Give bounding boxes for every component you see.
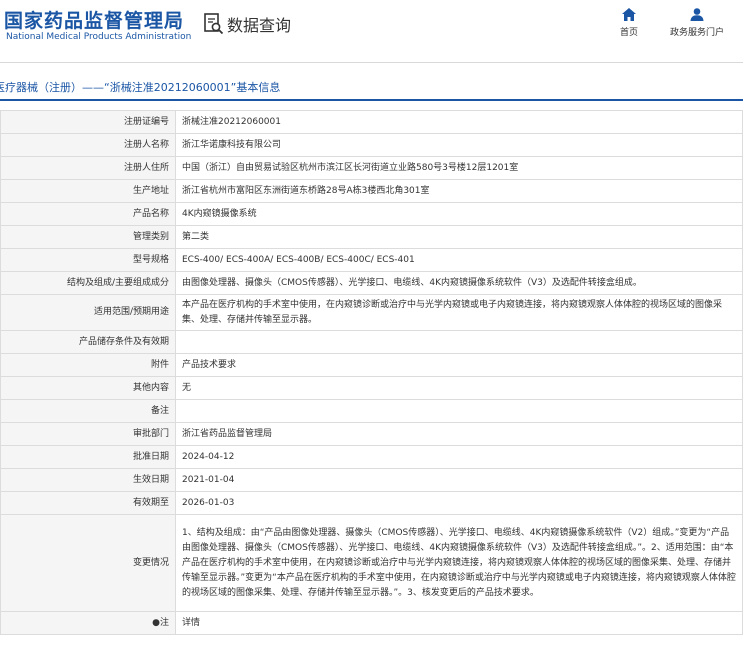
table-row-structure-composition: 结构及组成/主要组成成分 由图像处理器、摄像头（CMOS传感器）、光学接口、电缆线… bbox=[0, 271, 743, 295]
table-row-registrant-address: 注册人住所 中国（浙江）自由贸易试验区杭州市滨江区长河街道立业路580号3号楼12… bbox=[0, 156, 743, 180]
user-icon bbox=[690, 8, 704, 21]
approval-department-value: 浙江省药品监督管理局 bbox=[175, 422, 743, 446]
table-row-intended-use: 适用范围/预期用途 本产品在医疗机构的手术室中使用，在内窥镜诊断或治疗中与光学内窥… bbox=[0, 294, 743, 331]
registrant-address-value: 中国（浙江）自由贸易试验区杭州市滨江区长河街道立业路580号3号楼12层1201… bbox=[175, 156, 743, 180]
intended-use-label: 适用范围/预期用途 bbox=[0, 294, 176, 331]
site-logo-cn[interactable]: 国家药品监督管理局 bbox=[4, 6, 184, 33]
table-row-change-history: 变更情况 1、结构及组成：由“产品由图像处理器、摄像头（CMOS传感器）、光学接口… bbox=[0, 514, 743, 612]
table-row-remarks: 备注 bbox=[0, 399, 743, 423]
product-name-label: 产品名称 bbox=[0, 202, 176, 226]
registrant-address-label: 注册人住所 bbox=[0, 156, 176, 180]
site-header: 国家药品监督管理局 National Medical Products Admi… bbox=[0, 0, 743, 62]
attachment-value: 产品技术要求 bbox=[175, 353, 743, 377]
model-spec-label: 型号规格 bbox=[0, 248, 176, 272]
table-row-approval-department: 审批部门 浙江省药品监督管理局 bbox=[0, 422, 743, 446]
approval-date-label: 批准日期 bbox=[0, 445, 176, 469]
approval-department-label: 审批部门 bbox=[0, 422, 176, 446]
home-icon bbox=[622, 8, 636, 21]
table-row-storage-validity: 产品储存条件及有效期 bbox=[0, 330, 743, 354]
production-address-label: 生产地址 bbox=[0, 179, 176, 203]
table-row-registrant-name: 注册人名称 浙江华诺康科技有限公司 bbox=[0, 133, 743, 157]
registrant-name-label: 注册人名称 bbox=[0, 133, 176, 157]
table-row-management-category: 管理类别 第二类 bbox=[0, 225, 743, 249]
title-underline bbox=[0, 99, 743, 101]
intended-use-value: 本产品在医疗机构的手术室中使用，在内窥镜诊断或治疗中与光学内窥镜或电子内窥镜连接… bbox=[175, 294, 743, 331]
expiry-date-label: 有效期至 bbox=[0, 491, 176, 515]
production-address-value: 浙江省杭州市富阳区东洲街道东桥路28号A栋3楼西北角301室 bbox=[175, 179, 743, 203]
table-row-other-content: 其他内容无 bbox=[0, 376, 743, 400]
registration-number-label: 注册证编号 bbox=[0, 110, 176, 134]
storage-validity-value bbox=[175, 330, 743, 354]
nav-service-portal[interactable]: 政务服务门户 bbox=[666, 8, 728, 38]
table-row-attachment: 附件 产品技术要求 bbox=[0, 353, 743, 377]
storage-validity-label: 产品储存条件及有效期 bbox=[0, 330, 176, 354]
other-content-value: 无 bbox=[175, 376, 743, 400]
magnifier-document-icon bbox=[204, 13, 224, 35]
change-history-label: 变更情况 bbox=[0, 514, 176, 612]
data-query-label: 数据查询 bbox=[227, 16, 292, 35]
table-row-registration-number: 注册证编号 浙械注准20212060001 bbox=[0, 110, 743, 134]
effective-date-label: 生效日期 bbox=[0, 468, 176, 492]
site-logo-en: National Medical Products Administration bbox=[6, 32, 192, 42]
remarks-label: 备注 bbox=[0, 399, 176, 423]
remarks-value bbox=[175, 399, 743, 423]
table-row-expiry-date: 有效期至 2026-01-03 bbox=[0, 491, 743, 515]
attachment-label: 附件 bbox=[0, 353, 176, 377]
data-query-link[interactable]: 数据查询 bbox=[204, 12, 291, 36]
note-row-link[interactable]: 详情 bbox=[175, 611, 743, 635]
table-row-model-spec: 型号规格 ECS-400/ ECS-400A/ ECS-400B/ ECS-400… bbox=[0, 248, 743, 272]
change-history-value: 1、结构及组成：由“产品由图像处理器、摄像头（CMOS传感器）、光学接口、电缆线… bbox=[175, 514, 743, 612]
nav-portal-label: 政务服务门户 bbox=[669, 28, 724, 38]
table-row-production-address: 生产地址 浙江省杭州市富阳区东洲街道东桥路28号A栋3楼西北角301室 bbox=[0, 179, 743, 203]
effective-date-value: 2021-01-04 bbox=[175, 468, 743, 492]
table-row-approval-date: 批准日期 2024-04-12 bbox=[0, 445, 743, 469]
other-content-label: 其他内容 bbox=[0, 376, 176, 400]
nav-home-label: 首页 bbox=[619, 28, 638, 38]
management-category-label: 管理类别 bbox=[0, 225, 176, 249]
model-spec-value: ECS-400/ ECS-400A/ ECS-400B/ ECS-400C/ E… bbox=[175, 248, 743, 272]
table-row-product-name: 产品名称 4K内窥镜摄像系统 bbox=[0, 202, 743, 226]
page-title: 医疗器械（注册）——“浙械注准20212060001”基本信息 bbox=[0, 81, 281, 94]
management-category-value: 第二类 bbox=[175, 225, 743, 249]
expiry-date-value: 2026-01-03 bbox=[175, 491, 743, 515]
table-row-effective-date: 生效日期 2021-01-04 bbox=[0, 468, 743, 492]
approval-date-value: 2024-04-12 bbox=[175, 445, 743, 469]
registration-info-table: 注册证编号 浙械注准20212060001 注册人名称 浙江华诺康科技有限公司 注册人住… bbox=[0, 110, 743, 635]
table-row-note-row: ●注 详情 bbox=[0, 611, 743, 635]
registration-number-value: 浙械注准20212060001 bbox=[175, 110, 743, 134]
structure-composition-label: 结构及组成/主要组成成分 bbox=[0, 271, 176, 295]
header-divider bbox=[0, 62, 743, 63]
note-row-label: ●注 bbox=[0, 611, 176, 635]
nav-home[interactable]: 首页 bbox=[612, 8, 646, 38]
structure-composition-value: 由图像处理器、摄像头（CMOS传感器）、光学接口、电缆线、4K内窥镜摄像系统软件… bbox=[175, 271, 743, 295]
registrant-name-value: 浙江华诺康科技有限公司 bbox=[175, 133, 743, 157]
product-name-value: 4K内窥镜摄像系统 bbox=[175, 202, 743, 226]
